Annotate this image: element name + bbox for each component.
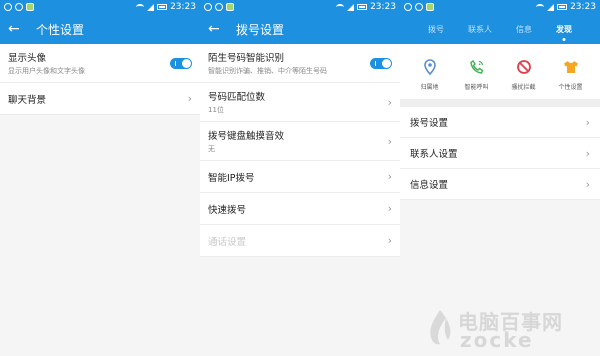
row-label: 聊天背景 xyxy=(8,94,47,106)
row-sub: 智能识别诈骗、推销、中介等陌生号码 xyxy=(208,67,327,75)
row-label: 号码匹配位数 xyxy=(208,92,266,103)
row-label: 联系人设置 xyxy=(410,149,458,160)
location-pin-icon xyxy=(421,58,439,76)
chevron-right-icon: › xyxy=(387,202,392,215)
chevron-right-icon: › xyxy=(387,234,392,247)
notification-icon xyxy=(15,3,23,11)
page-title: 拨号设置 xyxy=(236,22,285,37)
image-icon xyxy=(226,3,234,11)
notification-icon xyxy=(204,3,212,11)
signal-icon xyxy=(147,3,155,11)
row-label: 通话设置 xyxy=(208,236,247,248)
status-time: 23:23 xyxy=(170,2,196,12)
back-arrow-icon[interactable]: ← xyxy=(208,21,230,37)
screen-personal-settings: 23:23 ← 个性设置 显示头像 显示用户头像和文字头像 聊天背景 › xyxy=(0,0,200,356)
battery-icon xyxy=(557,4,568,10)
battery-icon xyxy=(357,4,368,10)
dial-settings-row[interactable]: 拨号设置 › xyxy=(400,107,600,138)
contacts-settings-row[interactable]: 联系人设置 › xyxy=(400,138,600,169)
show-avatar-toggle[interactable] xyxy=(170,57,192,69)
feature-label: 个性设置 xyxy=(558,84,583,91)
feature-personalize[interactable]: 个性设置 xyxy=(549,58,593,91)
signal-icon xyxy=(347,3,355,11)
dialpad-tone-row[interactable]: 拨号键盘触摸音效 无 › xyxy=(200,122,400,161)
row-label: 拨号键盘触摸音效 xyxy=(208,131,285,142)
status-bar: 23:23 xyxy=(0,0,200,14)
chevron-right-icon: › xyxy=(585,177,590,191)
feature-label: 骚扰拦截 xyxy=(511,84,536,91)
tab-dial[interactable]: 拨号 xyxy=(428,24,444,35)
feature-label: 智能呼叫 xyxy=(464,84,489,91)
show-avatar-row[interactable]: 显示头像 显示用户头像和文字头像 xyxy=(0,44,200,83)
settings-list: 陌生号码智能识别 智能识别诈骗、推销、中介等陌生号码 号码匹配位数 11位 › … xyxy=(200,44,400,257)
row-label: 拨号设置 xyxy=(410,118,449,129)
status-bar: 23:23 xyxy=(400,0,600,14)
feature-location[interactable]: 归属地 xyxy=(408,58,452,91)
status-time: 23:23 xyxy=(370,2,396,12)
chevron-right-icon: › xyxy=(387,170,392,183)
number-match-row[interactable]: 号码匹配位数 11位 › xyxy=(200,83,400,122)
image-icon xyxy=(26,3,34,11)
screen-dial-settings: 23:23 ← 拨号设置 陌生号码智能识别 智能识别诈骗、推销、中介等陌生号码 … xyxy=(200,0,400,356)
battery-icon xyxy=(157,4,168,10)
notification-icon xyxy=(415,3,423,11)
phone-call-icon xyxy=(468,58,486,76)
chevron-right-icon: › xyxy=(585,146,590,160)
tshirt-icon xyxy=(562,58,580,76)
app-bar: ← 个性设置 xyxy=(0,14,200,44)
chevron-right-icon: › xyxy=(387,134,392,148)
image-icon xyxy=(426,3,434,11)
tab-bar: 拨号 联系人 信息 发现 xyxy=(400,14,600,44)
chat-background-row[interactable]: 聊天背景 › xyxy=(0,83,200,115)
notification-icon xyxy=(215,3,223,11)
wifi-icon xyxy=(136,4,145,10)
status-time: 23:23 xyxy=(570,2,596,12)
row-label: 显示头像 xyxy=(8,53,47,64)
chevron-right-icon: › xyxy=(387,95,392,109)
message-settings-row[interactable]: 信息设置 › xyxy=(400,169,600,200)
row-sub: 11位 xyxy=(208,106,224,114)
row-sub: 显示用户头像和文字头像 xyxy=(8,67,85,75)
wifi-icon xyxy=(336,4,345,10)
settings-list: 显示头像 显示用户头像和文字头像 聊天背景 › xyxy=(0,44,200,115)
wifi-icon xyxy=(536,4,545,10)
status-bar: 23:23 xyxy=(200,0,400,14)
caller-id-toggle[interactable] xyxy=(370,57,392,69)
page-title: 个性设置 xyxy=(36,22,85,37)
feature-label: 归属地 xyxy=(420,84,439,91)
app-bar: ← 拨号设置 xyxy=(200,14,400,44)
screen-discover: 23:23 拨号 联系人 信息 发现 归属地 智能呼叫 骚扰拦截 个性设置 拨号… xyxy=(400,0,600,356)
call-settings-row[interactable]: 通话设置 › xyxy=(200,225,400,257)
block-icon xyxy=(515,58,533,76)
caller-id-row[interactable]: 陌生号码智能识别 智能识别诈骗、推销、中介等陌生号码 xyxy=(200,44,400,83)
row-label: 智能IP拨号 xyxy=(208,172,255,184)
tab-discover[interactable]: 发现 xyxy=(556,24,572,35)
back-arrow-icon[interactable]: ← xyxy=(8,21,30,37)
notification-icon xyxy=(404,3,412,11)
signal-icon xyxy=(547,3,555,11)
row-label: 快速拨号 xyxy=(208,204,247,216)
section-divider xyxy=(400,99,600,107)
row-label: 信息设置 xyxy=(410,180,449,191)
row-label: 陌生号码智能识别 xyxy=(208,53,285,64)
chevron-right-icon: › xyxy=(585,115,590,129)
feature-grid: 归属地 智能呼叫 骚扰拦截 个性设置 xyxy=(400,44,600,99)
feature-smart-call[interactable]: 智能呼叫 xyxy=(455,58,499,91)
notification-icon xyxy=(4,3,12,11)
row-sub: 无 xyxy=(208,145,215,153)
smart-ip-dial-row[interactable]: 智能IP拨号 › xyxy=(200,161,400,193)
speed-dial-row[interactable]: 快速拨号 › xyxy=(200,193,400,225)
tab-messages[interactable]: 信息 xyxy=(516,24,532,35)
settings-list: 拨号设置 › 联系人设置 › 信息设置 › xyxy=(400,107,600,200)
chevron-right-icon: › xyxy=(187,92,192,105)
feature-block[interactable]: 骚扰拦截 xyxy=(502,58,546,91)
tab-contacts[interactable]: 联系人 xyxy=(468,24,492,35)
